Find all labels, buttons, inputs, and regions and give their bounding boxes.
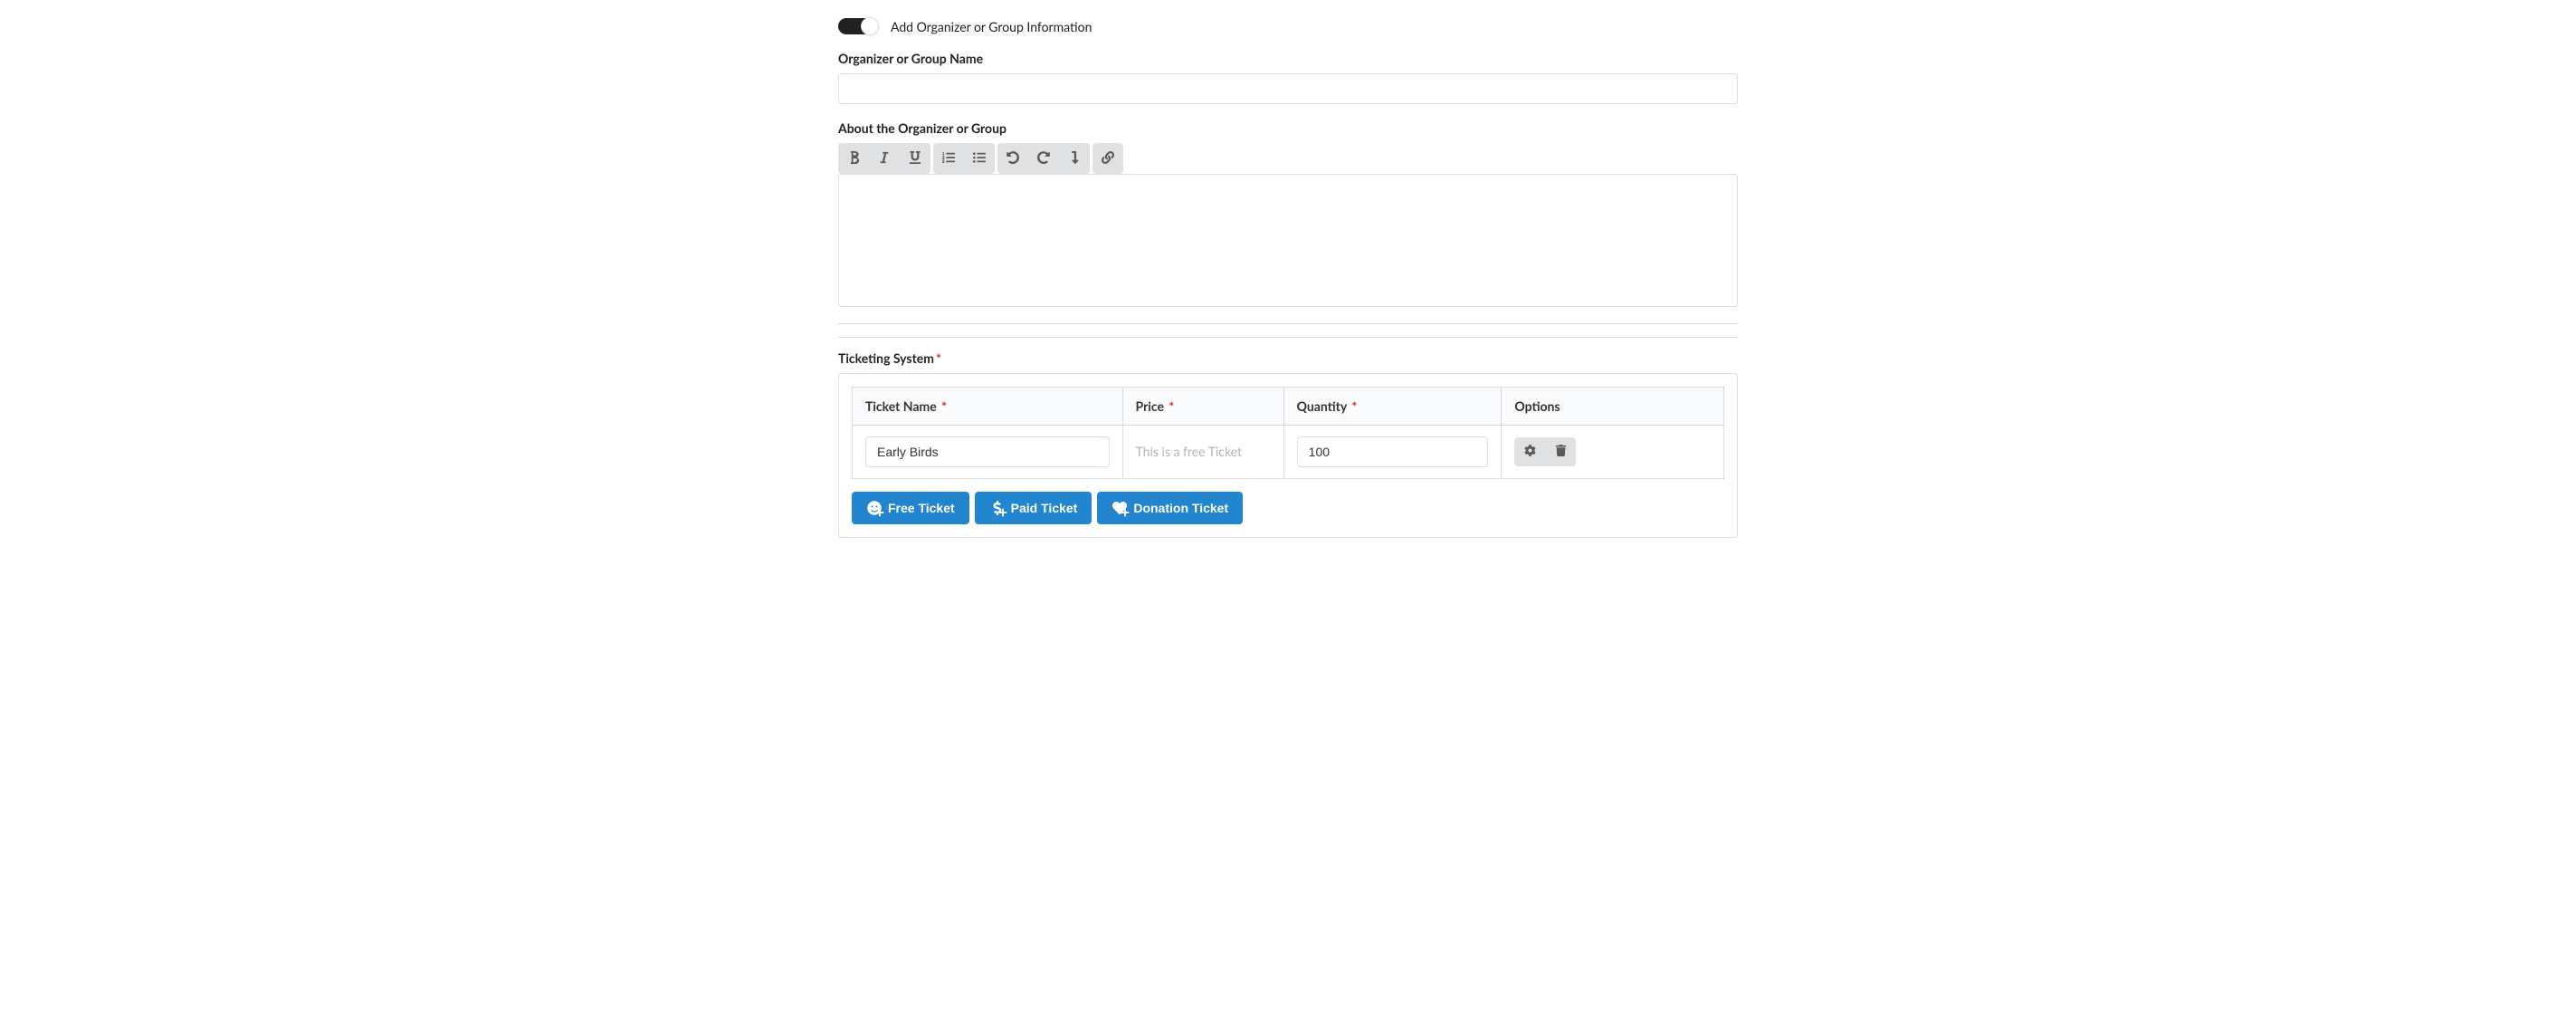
add-organizer-toggle-label: Add Organizer or Group Information (891, 19, 1092, 34)
add-organizer-toggle-row: Add Organizer or Group Information (838, 18, 1738, 34)
gear-icon (1524, 445, 1536, 459)
add-free-ticket-button[interactable]: Free Ticket (852, 492, 969, 524)
section-divider (838, 323, 1738, 324)
add-paid-ticket-button[interactable]: Paid Ticket (975, 492, 1092, 524)
ticket-options-buttons (1514, 437, 1711, 466)
table-row: This is a free Ticket (853, 426, 1724, 479)
add-donation-ticket-button[interactable]: Donation Ticket (1097, 492, 1243, 524)
rte-redo-button[interactable] (1028, 143, 1059, 174)
rte-unordered-list-button[interactable] (964, 143, 995, 174)
rte-undo-button[interactable] (997, 143, 1028, 174)
tickets-table: Ticket Name * Price * Quantity * Options… (852, 387, 1724, 479)
undo-icon (1007, 151, 1019, 167)
ticket-settings-button[interactable] (1514, 437, 1545, 466)
organizer-about-label: About the Organizer or Group (838, 120, 1738, 136)
underline-icon (909, 151, 921, 167)
ordered-list-icon (942, 151, 955, 167)
rte-underline-button[interactable] (900, 143, 930, 174)
rte-bold-button[interactable] (838, 143, 869, 174)
ticket-name-input[interactable] (865, 436, 1110, 467)
organizer-name-input[interactable] (838, 73, 1738, 104)
dollar-plus-icon (989, 500, 1006, 516)
add-donation-ticket-label: Donation Ticket (1133, 502, 1228, 514)
ticketing-system-section: Ticketing System* Ticket Name * Price * … (838, 350, 1738, 538)
ticket-price-free-text: This is a free Ticket (1136, 444, 1243, 459)
section-divider (838, 337, 1738, 338)
rte-toolbar (838, 143, 1738, 174)
organizer-name-label: Organizer or Group Name (838, 51, 1738, 66)
smile-plus-icon (866, 500, 883, 516)
bold-icon (847, 151, 860, 167)
add-free-ticket-label: Free Ticket (888, 502, 955, 514)
col-header-price: Price * (1122, 388, 1283, 426)
redo-icon (1037, 151, 1050, 167)
col-header-options: Options (1502, 388, 1724, 426)
heart-plus-icon (1111, 500, 1128, 516)
col-header-quantity: Quantity * (1283, 388, 1502, 426)
ticketing-segment: Ticket Name * Price * Quantity * Options… (838, 373, 1738, 538)
trash-icon (1555, 445, 1567, 459)
rte-link-button[interactable] (1092, 143, 1123, 174)
italic-icon (878, 151, 891, 167)
col-header-name: Ticket Name * (853, 388, 1123, 426)
unordered-list-icon (973, 151, 986, 167)
rte-paragraph-button[interactable] (1059, 143, 1090, 174)
rte-italic-button[interactable] (869, 143, 900, 174)
link-icon (1102, 151, 1114, 167)
organizer-name-field: Organizer or Group Name (838, 51, 1738, 104)
ticket-quantity-input[interactable] (1297, 436, 1489, 467)
add-organizer-toggle[interactable] (838, 18, 878, 34)
ticketing-system-label: Ticketing System* (838, 350, 1738, 366)
organizer-about-field: About the Organizer or Group (838, 120, 1738, 307)
add-paid-ticket-label: Paid Ticket (1011, 502, 1078, 514)
add-ticket-buttons-row: Free Ticket Paid Ticket Donation Ticket (852, 492, 1724, 524)
organizer-about-editor[interactable] (838, 174, 1738, 307)
ticket-delete-button[interactable] (1545, 437, 1576, 466)
rte-ordered-list-button[interactable] (933, 143, 964, 174)
level-down-icon (1068, 151, 1081, 167)
